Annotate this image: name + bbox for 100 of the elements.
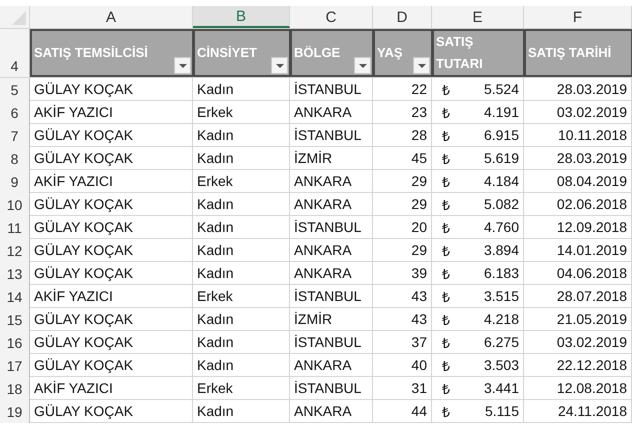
table-cell: AKİF YAZICI [30, 285, 193, 308]
amount-value: 3.894 [484, 242, 519, 258]
table-cell: ANKARA [290, 193, 373, 216]
caret-icon [418, 64, 426, 68]
row-number: 9 [0, 170, 30, 193]
table-cell: ANKARA [290, 262, 373, 285]
caret-icon [358, 64, 366, 68]
amount-value: 3.515 [484, 288, 519, 304]
table-cell: Erkek [193, 101, 290, 124]
table-cell: Erkek [193, 285, 290, 308]
row-number: 13 [0, 262, 30, 285]
table-cell: 45 [373, 147, 432, 170]
column-header[interactable]: B [193, 6, 290, 28]
amount-value: 4.218 [484, 311, 519, 327]
table-cell: Kadın [193, 147, 290, 170]
currency-sign: ₺ [441, 334, 450, 352]
table-cell: İSTANBUL [290, 124, 373, 147]
table-cell: GÜLAY KOÇAK [30, 147, 193, 170]
table-cell: 21.05.2019 [524, 308, 632, 331]
currency-sign: ₺ [441, 264, 450, 282]
table-cell: 28 [373, 124, 432, 147]
row-number: 16 [0, 331, 30, 354]
table-cell: 12.08.2018 [524, 377, 632, 400]
currency-sign: ₺ [441, 402, 450, 420]
table-cell: GÜLAY KOÇAK [30, 262, 193, 285]
table-cell: 31 [373, 377, 432, 400]
table-cell: ANKARA [290, 354, 373, 377]
table-cell: GÜLAY KOÇAK [30, 193, 193, 216]
amount-value: 6.915 [484, 127, 519, 143]
currency-sign: ₺ [441, 218, 450, 236]
table-cell: Kadın [193, 308, 290, 331]
table-cell: Erkek [193, 170, 290, 193]
table-cell: 10.11.2018 [524, 124, 632, 147]
row-number: 18 [0, 377, 30, 400]
header-label: SATIŞ TUTARI [436, 33, 484, 73]
row-number: 17 [0, 354, 30, 377]
column-header[interactable]: E [432, 6, 524, 28]
header-label: SATIŞ TEMSİLCİSİ [34, 44, 149, 62]
amount-value: 3.441 [484, 380, 519, 396]
table-cell: GÜLAY KOÇAK [30, 78, 193, 101]
header-label: BÖLGE [294, 44, 342, 62]
table-cell: GÜLAY KOÇAK [30, 354, 193, 377]
row-number: 5 [0, 78, 30, 101]
row-number: 4 [0, 29, 30, 77]
table-cell: İSTANBUL [290, 377, 373, 400]
table-cell: İSTANBUL [290, 78, 373, 101]
table-cell: GÜLAY KOÇAK [30, 308, 193, 331]
row-number: 10 [0, 193, 30, 216]
table-cell: 29 [373, 239, 432, 262]
table-cell: İSTANBUL [290, 285, 373, 308]
row-number: 8 [0, 147, 30, 170]
table-cell: Kadın [193, 262, 290, 285]
table-cell: Kadın [193, 216, 290, 239]
caret-icon [178, 64, 186, 68]
table-cell: Kadın [193, 78, 290, 101]
table-cell: Erkek [193, 377, 290, 400]
filter-button[interactable] [271, 57, 288, 74]
row-number: 7 [0, 124, 30, 147]
row-number: 19 [0, 400, 30, 423]
currency-sign: ₺ [441, 310, 450, 328]
table-cell: 22 [373, 78, 432, 101]
amount-value: 3.503 [484, 357, 519, 373]
column-header[interactable]: C [290, 6, 373, 28]
table-cell: 43 [373, 308, 432, 331]
row-number: 6 [0, 101, 30, 124]
table-cell: Kadın [193, 331, 290, 354]
table-cell: ANKARA [290, 170, 373, 193]
table-cell: GÜLAY KOÇAK [30, 124, 193, 147]
table-cell: 03.02.2019 [524, 101, 632, 124]
table-cell: 08.04.2019 [524, 170, 632, 193]
table-cell: Kadın [193, 193, 290, 216]
header-label: YAŞ [377, 44, 404, 62]
currency-sign: ₺ [441, 242, 450, 260]
currency-sign: ₺ [441, 380, 450, 398]
table-cell: ANKARA [290, 101, 373, 124]
table-cell: AKİF YAZICI [30, 101, 193, 124]
amount-value: 5.524 [484, 81, 519, 97]
currency-sign: ₺ [441, 196, 450, 214]
filter-button[interactable] [174, 57, 191, 74]
table-cell: İZMİR [290, 147, 373, 170]
table-cell: 28.03.2019 [524, 78, 632, 101]
column-header[interactable]: D [373, 6, 432, 28]
table-cell: 29 [373, 170, 432, 193]
filter-button[interactable] [413, 57, 430, 74]
header-label: SATIŞ TARİHİ [528, 44, 612, 62]
currency-sign: ₺ [441, 104, 450, 122]
row-number: 15 [0, 308, 30, 331]
amount-value: 4.184 [484, 173, 519, 189]
table-cell: Kadın [193, 124, 290, 147]
filter-button[interactable] [354, 57, 371, 74]
table-cell: 14.01.2019 [524, 239, 632, 262]
amount-value: 4.191 [484, 104, 519, 120]
table-cell: 24.11.2018 [524, 400, 632, 423]
caret-icon [276, 64, 284, 68]
table-cell: GÜLAY KOÇAK [30, 239, 193, 262]
table-cell: AKİF YAZICI [30, 170, 193, 193]
table-cell: Kadın [193, 400, 290, 423]
column-header[interactable]: F [524, 6, 632, 28]
table-cell: 02.06.2018 [524, 193, 632, 216]
header-label: CİNSİYET [197, 44, 258, 62]
